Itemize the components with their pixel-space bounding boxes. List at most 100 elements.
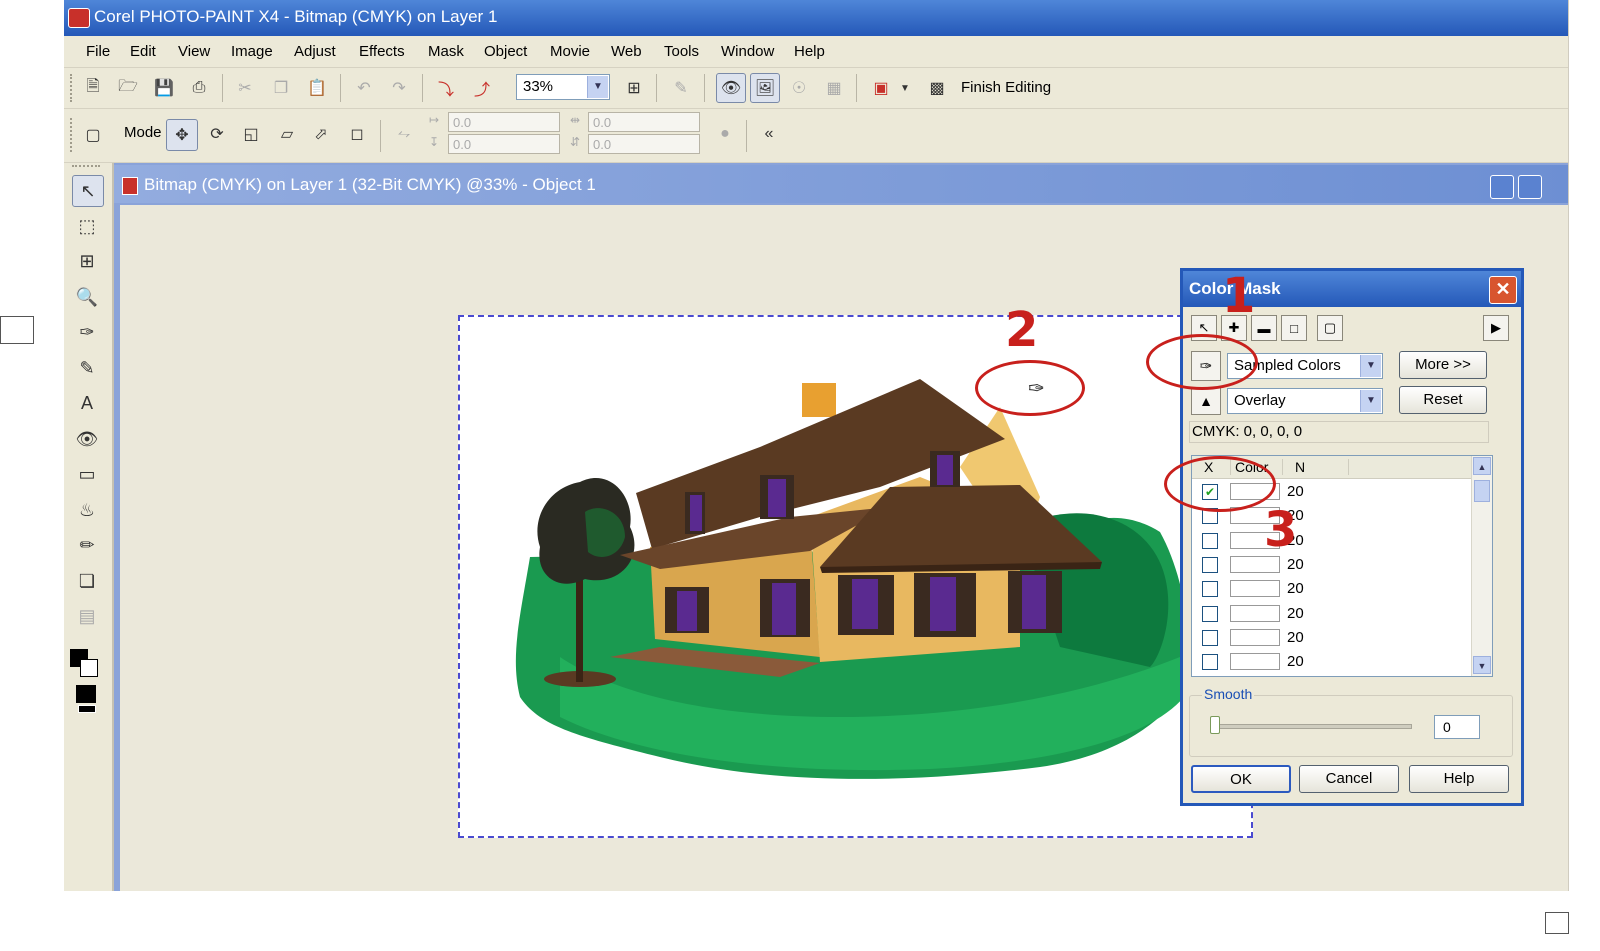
tolerance-value[interactable]: 20 — [1287, 483, 1304, 500]
image-canvas[interactable]: ✑ — [458, 315, 1253, 838]
xor-mask-mode-icon[interactable]: □ — [1281, 315, 1307, 341]
height-field[interactable]: 0.0 — [588, 134, 700, 154]
chevron-down-icon[interactable]: ▼ — [1360, 355, 1381, 377]
menu-mask[interactable]: Mask — [428, 43, 464, 60]
menu-adjust[interactable]: Adjust — [294, 43, 336, 60]
skew-mode-icon[interactable]: ▱ — [274, 121, 300, 147]
color-swatch[interactable] — [1230, 555, 1280, 573]
save-icon[interactable]: 💾 — [151, 75, 177, 101]
smooth-slider-thumb[interactable] — [1210, 716, 1220, 734]
move-mode-icon[interactable]: ✥ — [166, 119, 198, 151]
mask-overlay-icon[interactable]: 🖼 — [750, 73, 780, 103]
chevron-down-icon[interactable]: ▼ — [1360, 390, 1381, 412]
color-reset-icon[interactable] — [78, 705, 96, 713]
view-mode-select[interactable]: Overlay ▼ — [1227, 388, 1383, 414]
maximize-button[interactable] — [1518, 175, 1542, 199]
document-title-bar[interactable]: Bitmap (CMYK) on Layer 1 (32-Bit CMYK) @… — [114, 165, 1568, 203]
chevron-down-icon[interactable]: ▼ — [587, 76, 608, 98]
apply-icon[interactable]: ● — [712, 121, 738, 147]
close-icon[interactable]: ✕ — [1489, 276, 1517, 304]
fill-color-swatch[interactable] — [76, 685, 96, 703]
row-checkbox[interactable] — [1202, 629, 1218, 646]
list-item[interactable]: 20 — [1192, 626, 1472, 650]
x-position-field[interactable]: 0.0 — [448, 112, 560, 132]
menu-file[interactable]: File — [86, 43, 110, 60]
y-position-field[interactable]: 0.0 — [448, 134, 560, 154]
menu-web[interactable]: Web — [611, 43, 642, 60]
object-picker-icon[interactable]: ▢ — [80, 122, 106, 148]
tolerance-value[interactable]: 20 — [1287, 556, 1304, 573]
rectangle-tool-icon[interactable]: ▭ — [72, 459, 102, 489]
menu-object[interactable]: Object — [484, 43, 527, 60]
tolerance-value[interactable]: 20 — [1287, 653, 1304, 670]
color-swatch[interactable] — [1230, 628, 1280, 646]
distort-mode-icon[interactable]: ⬀ — [308, 121, 334, 147]
toolbar-grip[interactable] — [70, 118, 76, 152]
lens-icon[interactable]: ▦ — [821, 75, 847, 101]
rotate-mode-icon[interactable]: ⟳ — [204, 121, 230, 147]
width-field[interactable]: 0.0 — [588, 112, 700, 132]
menu-movie[interactable]: Movie — [550, 43, 590, 60]
list-item[interactable]: 20 — [1192, 553, 1472, 577]
title-bar[interactable]: Corel PHOTO-PAINT X4 - Bitmap (CMYK) on … — [64, 0, 1568, 36]
fit-view-icon[interactable]: ⊞ — [621, 75, 647, 101]
scale-mode-icon[interactable]: ◱ — [238, 121, 264, 147]
color-swatch[interactable] — [1230, 580, 1280, 598]
hide-objects-icon[interactable]: ☉ — [786, 75, 812, 101]
more-button[interactable]: More >> — [1399, 351, 1487, 379]
rectangle-mask-tool-icon[interactable]: ⬚ — [72, 211, 102, 241]
list-item[interactable]: 20 — [1192, 602, 1472, 626]
interactive-fill-tool-icon[interactable]: ▤ — [72, 601, 102, 631]
row-checkbox[interactable] — [1202, 556, 1218, 573]
finish-editing-button[interactable]: Finish Editing — [961, 79, 1051, 96]
show-mask-icon[interactable]: 👁 — [716, 73, 746, 103]
fill-tool-icon[interactable]: ♨ — [72, 495, 102, 525]
mask-view-icon[interactable]: ▲ — [1191, 387, 1221, 415]
launcher-icon[interactable]: ▣ — [868, 75, 894, 101]
toolbox-grip[interactable] — [72, 165, 100, 169]
undo-icon[interactable]: ↶ — [351, 75, 377, 101]
tolerance-value[interactable]: 20 — [1287, 605, 1304, 622]
perspective-mode-icon[interactable]: ◻ — [344, 121, 370, 147]
cut-icon[interactable]: ✂ — [232, 75, 258, 101]
scroll-down-icon[interactable]: ▼ — [1473, 656, 1491, 674]
scroll-up-icon[interactable]: ▲ — [1473, 457, 1491, 475]
list-item[interactable]: 20 — [1192, 529, 1472, 553]
paint-tool-icon[interactable]: ✏ — [72, 530, 102, 560]
row-checkbox[interactable] — [1202, 532, 1218, 549]
menu-effects[interactable]: Effects — [359, 43, 405, 60]
menu-edit[interactable]: Edit — [130, 43, 156, 60]
minimize-button[interactable] — [1490, 175, 1514, 199]
export-icon[interactable]: ⤴ — [469, 75, 495, 101]
smooth-slider-track[interactable] — [1210, 724, 1412, 729]
smooth-value-field[interactable]: 0 — [1434, 715, 1480, 739]
tolerance-value[interactable]: 20 — [1287, 629, 1304, 646]
scroll-thumb[interactable] — [1474, 480, 1490, 502]
crop-tool-icon[interactable]: ⊞ — [72, 246, 102, 276]
reset-button[interactable]: Reset — [1399, 386, 1487, 414]
menu-view[interactable]: View — [178, 43, 210, 60]
play-arrow-icon[interactable]: ▶ — [1483, 315, 1509, 341]
background-color-swatch[interactable] — [80, 659, 98, 677]
red-eye-tool-icon[interactable]: 👁 — [72, 424, 102, 454]
brush-mask-icon[interactable]: ✎ — [668, 75, 694, 101]
drop-shadow-tool-icon[interactable]: ❏ — [72, 566, 102, 596]
cancel-button[interactable]: Cancel — [1299, 765, 1399, 793]
row-checkbox[interactable] — [1202, 605, 1218, 622]
import-icon[interactable]: ⤵ — [433, 75, 459, 101]
double-chevron-left-icon[interactable]: « — [756, 121, 782, 147]
menu-tools[interactable]: Tools — [664, 43, 699, 60]
print-icon[interactable]: ⎙ — [186, 75, 212, 101]
open-folder-icon[interactable]: 🗁 — [115, 75, 141, 101]
menu-help[interactable]: Help — [794, 43, 825, 60]
list-item[interactable]: 20 — [1192, 650, 1472, 674]
vertical-scrollbar[interactable]: ▲ ▼ — [1471, 456, 1492, 676]
ok-button[interactable]: OK — [1191, 765, 1291, 793]
column-n[interactable]: N — [1282, 459, 1355, 475]
tolerance-value[interactable]: 20 — [1287, 580, 1304, 597]
menu-window[interactable]: Window — [721, 43, 774, 60]
zoom-tool-icon[interactable]: 🔍 — [72, 282, 102, 312]
row-checkbox[interactable] — [1202, 581, 1218, 598]
invert-mask-icon[interactable]: ▢ — [1317, 315, 1343, 341]
chevron-down-icon[interactable]: ▼ — [898, 75, 912, 101]
